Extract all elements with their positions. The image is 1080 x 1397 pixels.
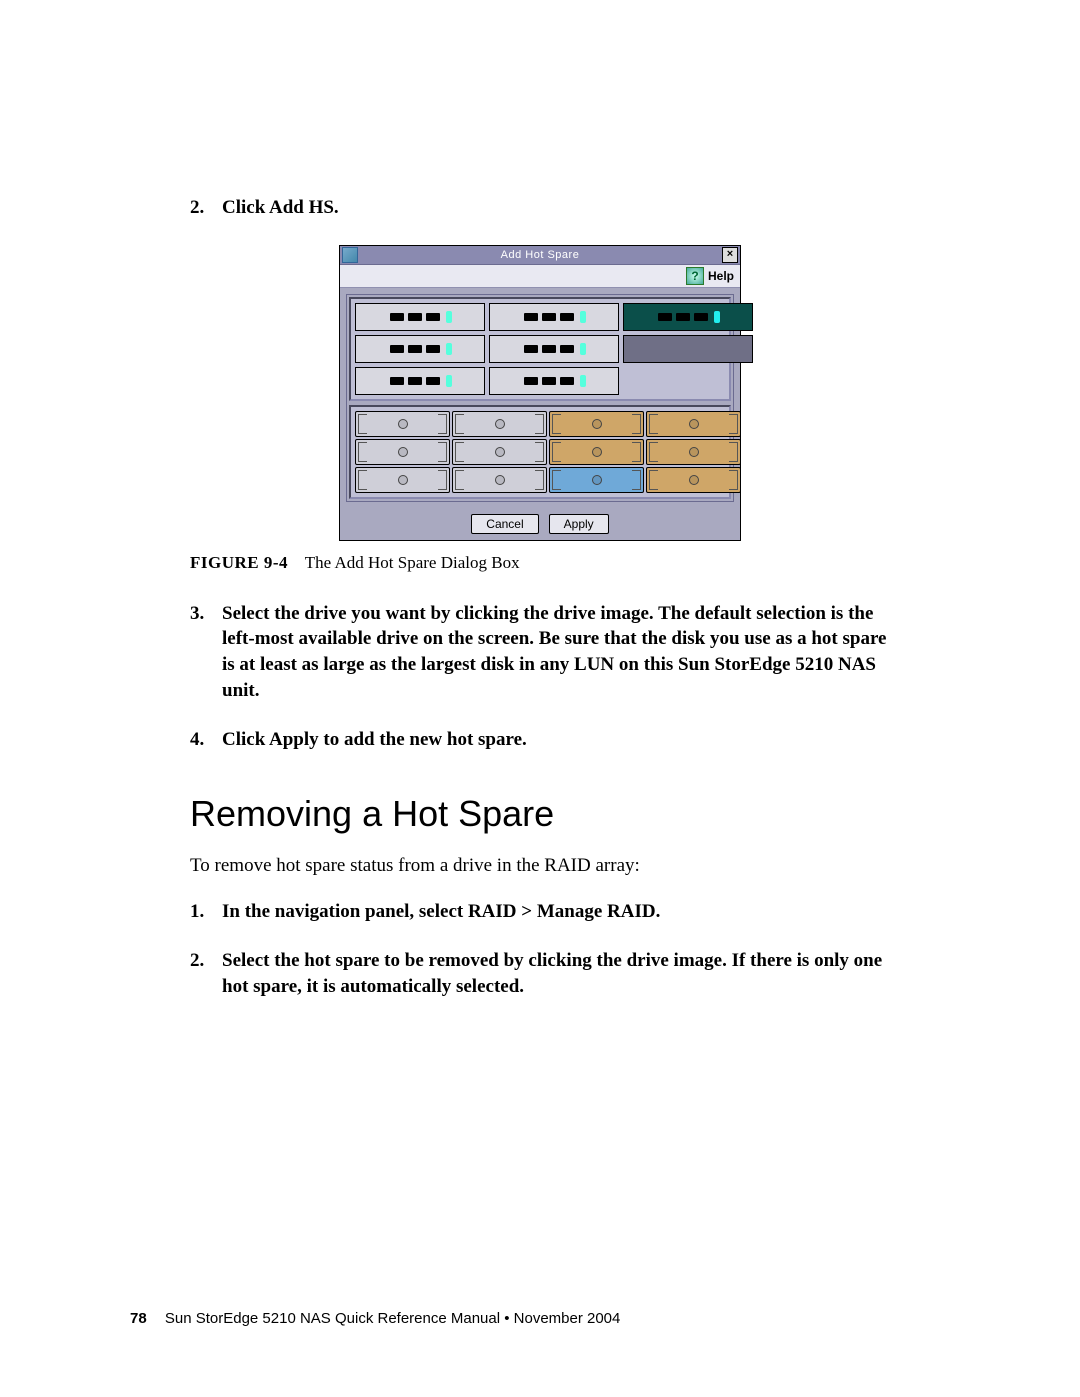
drive-bay[interactable] (452, 467, 547, 493)
shelf-unit[interactable] (623, 303, 753, 331)
shelf-empty-slot (623, 335, 753, 363)
drive-bay-panel (349, 405, 731, 499)
drive-bay[interactable] (355, 411, 450, 437)
drive-bay-selected[interactable] (549, 467, 644, 493)
step-text: Select the hot spare to be removed by cl… (222, 948, 890, 999)
apply-button[interactable]: Apply (549, 514, 609, 534)
page-number: 78 (130, 1310, 147, 1327)
drive-bay[interactable] (355, 467, 450, 493)
shelf-unit[interactable] (355, 367, 485, 395)
figure-caption: FIGURE 9-4 The Add Hot Spare Dialog Box (190, 553, 890, 573)
drive-bay[interactable] (646, 411, 741, 437)
close-icon[interactable]: × (722, 247, 738, 263)
add-hot-spare-dialog: Add Hot Spare × ? Help (339, 245, 741, 541)
step-text: Click Add HS. (222, 195, 890, 221)
shelf-unit[interactable] (355, 303, 485, 331)
drive-bay[interactable] (355, 439, 450, 465)
shelf-panel (346, 294, 734, 502)
section-intro: To remove hot spare status from a drive … (190, 855, 890, 877)
dialog-title: Add Hot Spare (358, 249, 722, 261)
shelf-unit[interactable] (489, 303, 619, 331)
remove-step-2: 2. Select the hot spare to be removed by… (190, 948, 890, 999)
drive-bay[interactable] (646, 467, 741, 493)
document-page: 2. Click Add HS. Add Hot Spare × ? Help (0, 0, 1080, 1397)
drive-bay[interactable] (452, 439, 547, 465)
shelf-unit[interactable] (489, 367, 619, 395)
footer-text: Sun StorEdge 5210 NAS Quick Reference Ma… (165, 1310, 621, 1327)
figure-caption-text: The Add Hot Spare Dialog Box (305, 553, 520, 572)
help-button[interactable]: Help (708, 269, 734, 283)
dialog-toolbar: ? Help (340, 265, 740, 288)
step-text: Click Apply to add the new hot spare. (222, 727, 890, 753)
cancel-button[interactable]: Cancel (471, 514, 538, 534)
drive-bay[interactable] (452, 411, 547, 437)
dialog-app-icon (342, 247, 358, 263)
drive-bay[interactable] (646, 439, 741, 465)
dialog-titlebar: Add Hot Spare × (340, 246, 740, 265)
step-2: 2. Click Add HS. (190, 195, 890, 221)
help-icon[interactable]: ? (686, 267, 704, 285)
remove-step-1: 1. In the navigation panel, select RAID … (190, 899, 890, 925)
step-number: 2. (190, 948, 222, 999)
drive-bay[interactable] (549, 439, 644, 465)
page-footer: 78 Sun StorEdge 5210 NAS Quick Reference… (130, 1310, 620, 1327)
step-number: 4. (190, 727, 222, 753)
step-number: 3. (190, 601, 222, 704)
shelf-unit[interactable] (489, 335, 619, 363)
step-text: In the navigation panel, select RAID > M… (222, 899, 890, 925)
shelf-unit[interactable] (355, 335, 485, 363)
step-4: 4. Click Apply to add the new hot spare. (190, 727, 890, 753)
figure-9-4: Add Hot Spare × ? Help (190, 245, 890, 573)
step-text: Select the drive you want by clicking th… (222, 601, 890, 704)
figure-label: FIGURE 9-4 (190, 553, 288, 572)
dialog-button-bar: Cancel Apply (340, 508, 740, 540)
step-number: 2. (190, 195, 222, 221)
section-heading: Removing a Hot Spare (190, 793, 890, 835)
step-3: 3. Select the drive you want by clicking… (190, 601, 890, 704)
drive-bay[interactable] (549, 411, 644, 437)
step-number: 1. (190, 899, 222, 925)
